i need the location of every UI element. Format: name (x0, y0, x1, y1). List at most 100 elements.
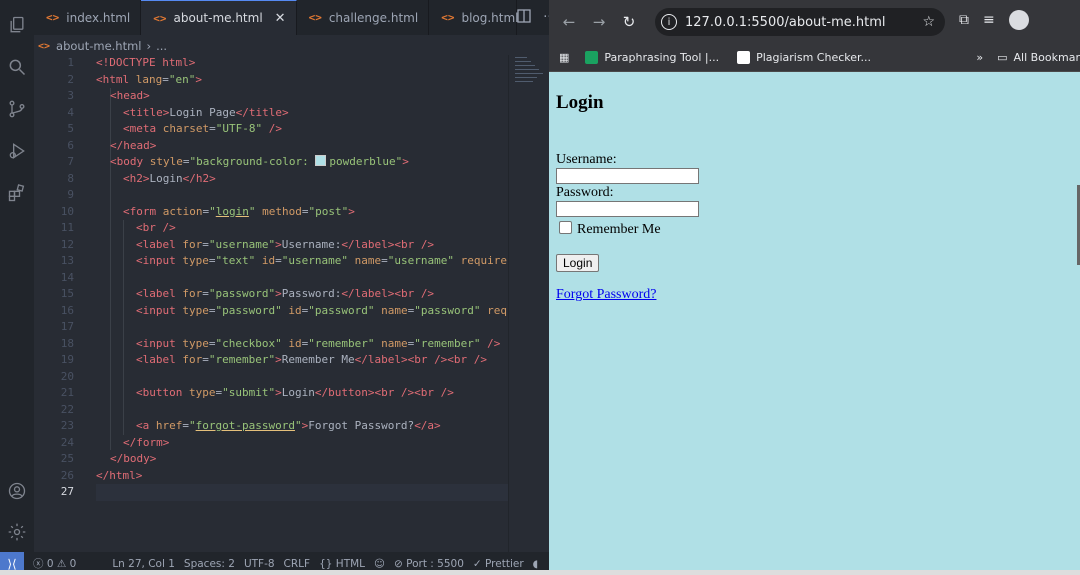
problems-indicator[interactable]: ⓧ 0 ⚠ 0 (33, 556, 76, 571)
code-token: "checkbox" (215, 336, 282, 350)
remember-checkbox[interactable] (559, 221, 572, 234)
code-token: <br /> (136, 221, 176, 234)
code-token: type (188, 386, 216, 399)
apps-grid-icon[interactable]: ▦ (559, 51, 569, 64)
line-number: 23 (60, 419, 74, 432)
code-token: req (487, 303, 507, 317)
code-token: Username: (281, 237, 342, 251)
code-token: > (195, 72, 202, 86)
bookmark-favicon (585, 50, 599, 64)
code-token: <input (136, 303, 176, 317)
code-token: </label><br /> (341, 287, 435, 300)
breadcrumb: <> about-me.html › ... (34, 37, 167, 55)
code-token: charset (162, 122, 210, 135)
code-token: </button><br /><br /> (314, 386, 454, 399)
copilot-icon[interactable]: ☺ (374, 558, 385, 570)
code-token: <title> (123, 105, 170, 119)
code-token: "en" (168, 72, 196, 86)
line-number: 11 (60, 221, 74, 234)
account-icon[interactable] (6, 480, 28, 502)
line-number: 9 (67, 188, 74, 201)
line-number: 8 (67, 171, 74, 185)
minimap-line (515, 77, 537, 78)
minimap-line (515, 61, 531, 62)
folder-icon: ▭ (997, 50, 1008, 64)
tab-challenge-html[interactable]: <> challenge.html (297, 0, 430, 35)
live-server-port[interactable]: ⊘ Port : 5500 (394, 558, 464, 570)
search-icon[interactable] (6, 56, 28, 78)
bookmark-label: Paraphrasing Tool |... (604, 50, 720, 64)
code-token: "submit" (222, 386, 276, 399)
reload-icon[interactable]: ↻ (614, 13, 644, 31)
indentation[interactable]: Spaces: 2 (184, 558, 235, 570)
bookmark-plagiarism-checker[interactable]: Plagiarism Checker... (737, 50, 871, 64)
prettier-label: Prettier (485, 557, 524, 570)
code-token: "password" (215, 303, 282, 317)
code-token: forgot-password (195, 419, 295, 432)
language-mode[interactable]: {} HTML (319, 558, 365, 570)
breadcrumb-more[interactable]: ... (156, 39, 167, 53)
line-number: 4 (67, 105, 74, 119)
code-token: </head> (110, 138, 157, 152)
cursor-position[interactable]: Ln 27, Col 1 (112, 558, 175, 570)
username-input[interactable] (556, 168, 699, 184)
tab-about-me-html[interactable]: <> about-me.html ✕ (141, 0, 297, 35)
bookmarks-overflow-icon[interactable]: » (976, 51, 983, 64)
bell-icon[interactable]: ◖ (533, 558, 539, 570)
line-ending[interactable]: CRLF (284, 558, 311, 570)
encoding[interactable]: UTF-8 (244, 558, 275, 570)
password-input[interactable] (556, 201, 699, 217)
code-token: Login Page (169, 105, 236, 119)
line-number: 25 (60, 452, 74, 465)
extensions-icon[interactable] (6, 182, 28, 204)
address-bar[interactable]: i 127.0.0.1:5500/about-me.html ☆ (655, 8, 945, 36)
code-token: Remember Me (281, 353, 355, 366)
code-token: </label><br /> (341, 237, 435, 251)
source-control-icon[interactable] (6, 98, 28, 120)
code-token: <label (136, 287, 176, 300)
minimap-line (515, 69, 539, 70)
braces-icon: {} (319, 557, 333, 570)
breadcrumb-file[interactable]: about-me.html (56, 39, 141, 53)
code-editor[interactable]: <!DOCTYPE html> <html lang="en"> <head> … (34, 55, 508, 552)
code-token: "username" (208, 237, 276, 251)
code-token: name (354, 254, 382, 267)
forgot-password-link[interactable]: Forgot Password? (556, 287, 656, 302)
vscode-window: <> index.html <> about-me.html ✕ <> chal… (0, 0, 556, 575)
login-button[interactable]: Login (556, 254, 600, 272)
code-token: </label><br /><br /> (354, 353, 488, 366)
close-icon[interactable]: ✕ (275, 11, 286, 26)
tab-label: index.html (66, 10, 131, 25)
forward-arrow-icon[interactable]: → (584, 13, 614, 31)
bookmark-paraphrasing-tool[interactable]: Paraphrasing Tool |... (585, 50, 720, 64)
split-editor-icon[interactable] (517, 8, 531, 27)
indent-guide (110, 170, 111, 450)
all-bookmarks-folder[interactable]: ▭ All Bookmar (997, 51, 1080, 64)
code-token: <html (96, 72, 130, 86)
profile-avatar[interactable] (1008, 10, 1029, 30)
bookmark-star-icon[interactable]: ☆ (922, 14, 935, 30)
minimap[interactable] (508, 55, 550, 552)
extensions-puzzle-icon[interactable]: ⧉ (959, 12, 969, 28)
code-token: for (182, 287, 203, 300)
line-number: 27 (60, 485, 74, 498)
media-control-icon[interactable]: ≡ (983, 12, 995, 28)
remember-label[interactable]: Remember Me (577, 222, 661, 237)
url-text[interactable]: 127.0.0.1:5500/about-me.html (685, 15, 885, 30)
line-number: 5 (67, 122, 74, 135)
settings-gear-icon[interactable] (6, 521, 28, 543)
prettier-status[interactable]: ✓ Prettier (473, 558, 524, 570)
tab-index-html[interactable]: <> index.html (34, 0, 142, 35)
minimap-line (515, 81, 533, 82)
explorer-icon[interactable] (6, 14, 28, 36)
line-number: 22 (60, 402, 74, 416)
site-info-icon[interactable]: i (661, 14, 677, 30)
tab-blog-html[interactable]: <> blog.html (429, 0, 519, 35)
code-token: "text" (215, 254, 256, 267)
back-arrow-icon[interactable]: ← (554, 13, 584, 31)
run-debug-icon[interactable] (6, 140, 28, 162)
code-token: "UTF-8" (215, 122, 263, 135)
line-number: 14 (60, 270, 74, 284)
color-swatch[interactable] (315, 155, 327, 166)
code-token: > (402, 155, 409, 168)
